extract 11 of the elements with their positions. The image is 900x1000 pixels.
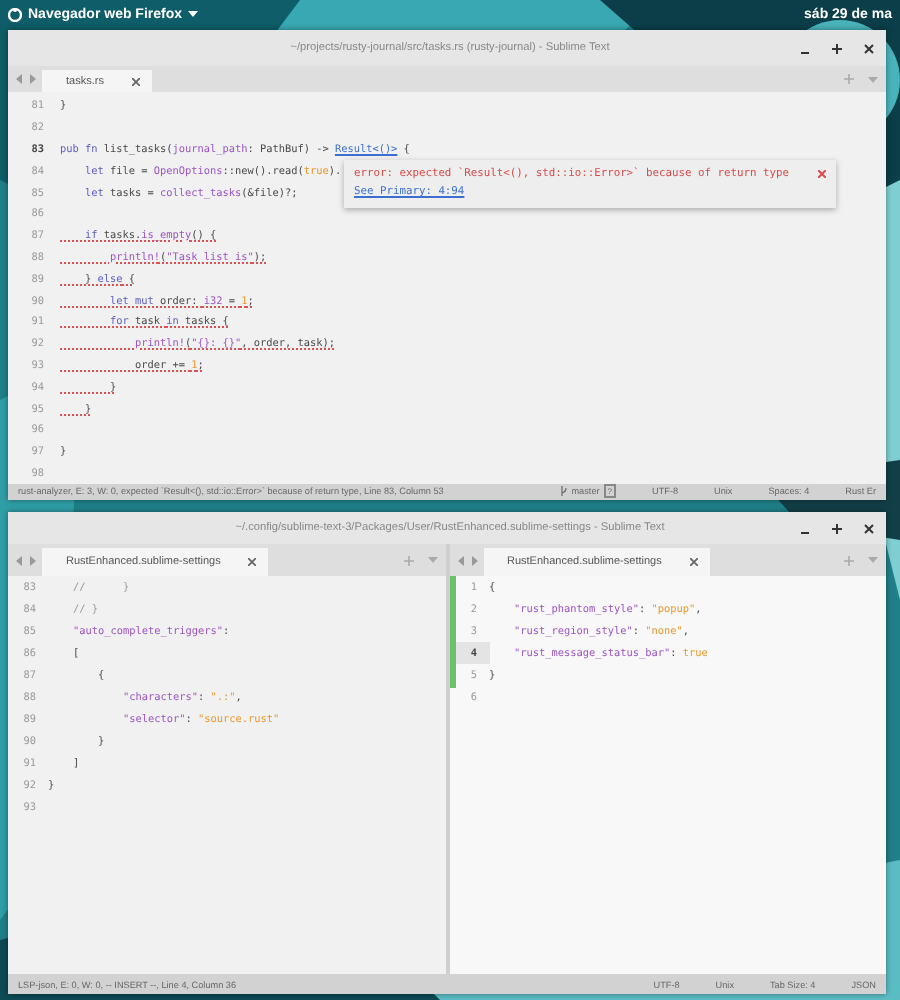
maximize-icon[interactable] <box>832 523 842 533</box>
caret-icon[interactable] <box>188 10 199 18</box>
close-icon[interactable] <box>864 43 874 53</box>
close-icon[interactable] <box>131 77 140 85</box>
change-marker <box>449 576 455 688</box>
app-icon[interactable] <box>8 7 22 21</box>
branch-icon[interactable] <box>559 485 568 495</box>
close-icon[interactable] <box>248 558 257 566</box>
close-icon[interactable] <box>864 523 874 533</box>
close-icon[interactable] <box>689 558 698 566</box>
maximize-icon[interactable] <box>832 43 842 53</box>
